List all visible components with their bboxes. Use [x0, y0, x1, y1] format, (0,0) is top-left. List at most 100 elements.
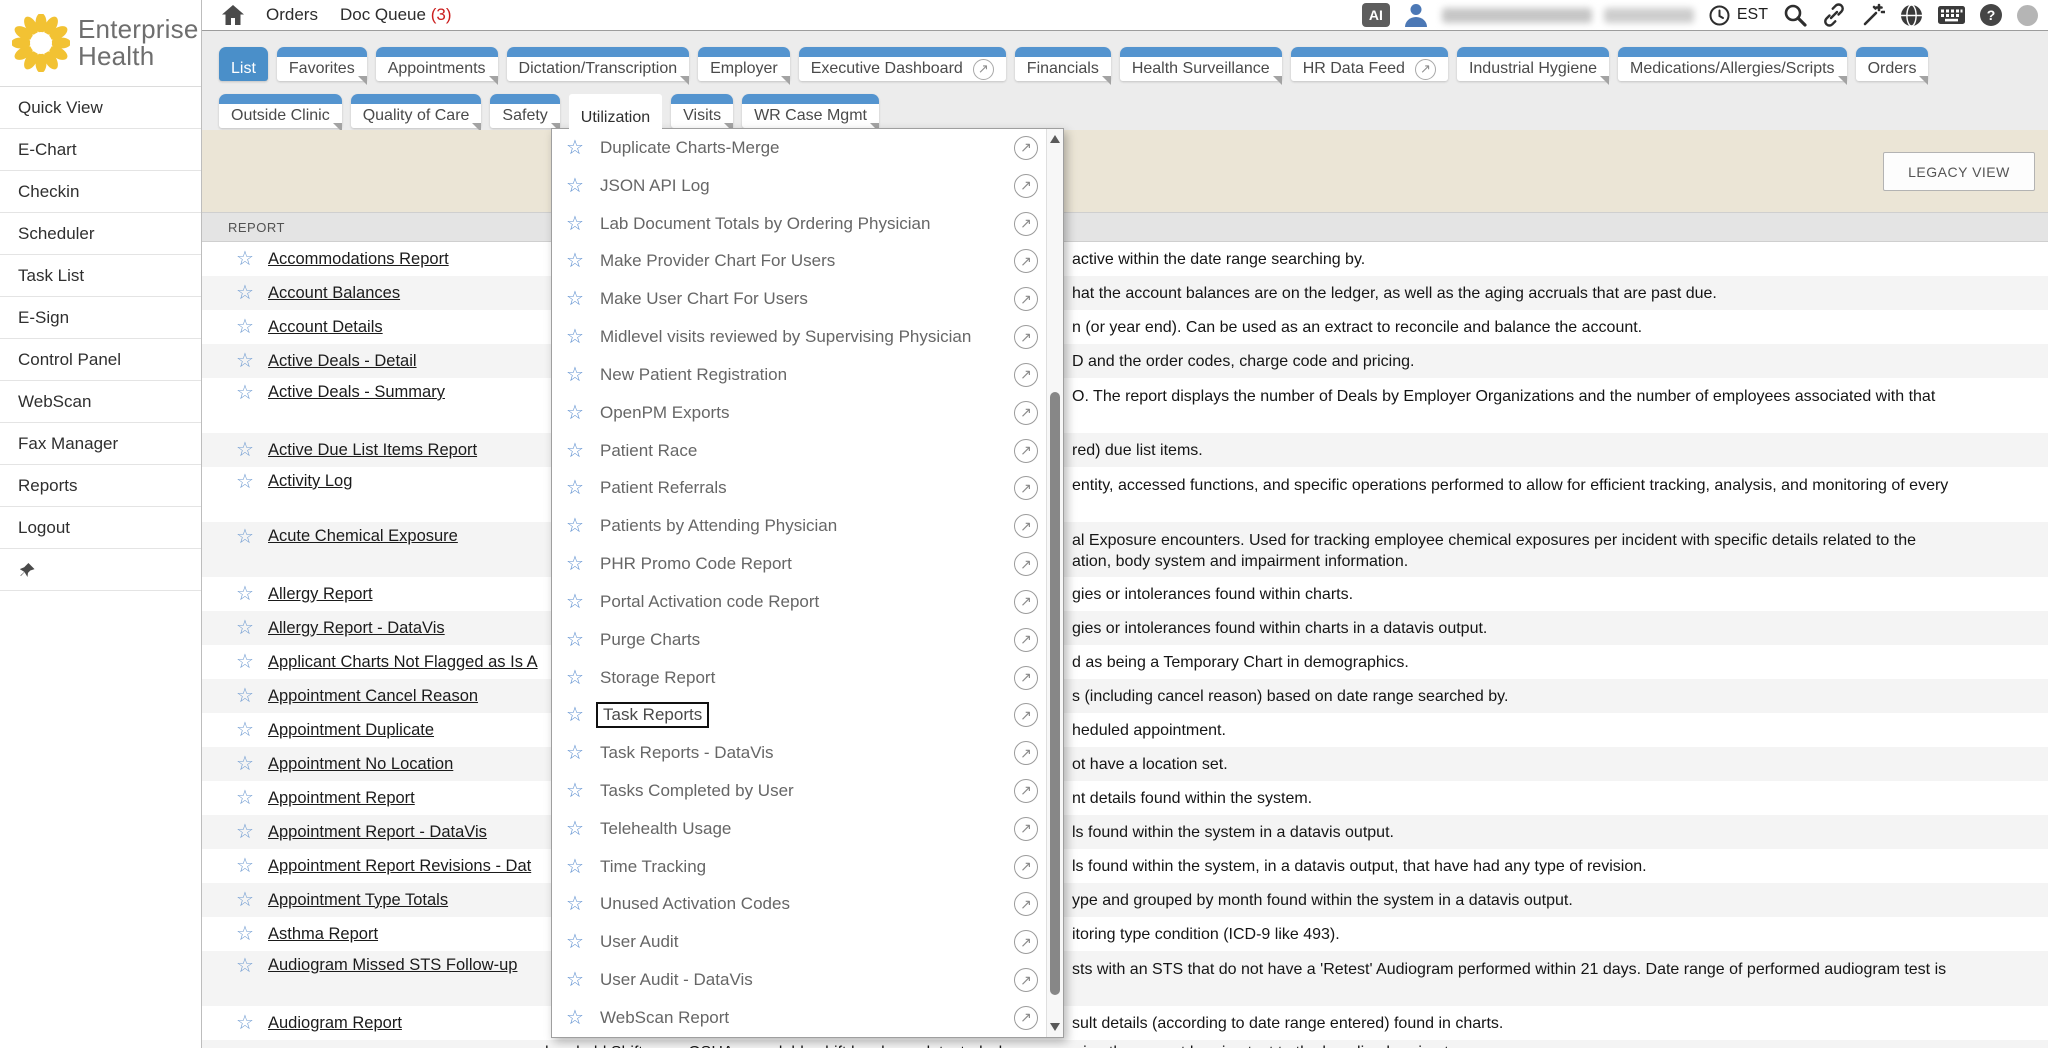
- open-in-new-icon[interactable]: ↗: [1014, 817, 1038, 841]
- favorite-star-icon[interactable]: ☆: [566, 214, 590, 234]
- tab[interactable]: Dictation/Transcription: [507, 47, 690, 81]
- favorite-star-icon[interactable]: ☆: [236, 686, 258, 706]
- open-in-new-icon[interactable]: ↗: [1014, 1006, 1038, 1030]
- open-in-new-icon[interactable]: ↗: [1014, 741, 1038, 765]
- menu-item-label[interactable]: Telehealth Usage: [600, 819, 731, 839]
- menu-item-label[interactable]: JSON API Log: [600, 176, 710, 196]
- favorite-star-icon[interactable]: ☆: [566, 327, 590, 347]
- home-icon[interactable]: [222, 5, 244, 25]
- sidebar-item[interactable]: Scheduler: [0, 213, 201, 255]
- favorite-star-icon[interactable]: ☆: [566, 743, 590, 763]
- open-in-new-icon[interactable]: ↗: [1014, 476, 1038, 500]
- open-in-new-icon[interactable]: ↗: [1014, 628, 1038, 652]
- tab[interactable]: Visits: [671, 94, 733, 128]
- tab[interactable]: WR Case Mgmt: [742, 94, 879, 128]
- menu-item-label[interactable]: Tasks Completed by User: [600, 781, 794, 801]
- open-in-new-icon[interactable]: ↗: [1014, 287, 1038, 311]
- menu-item-label[interactable]: Make Provider Chart For Users: [600, 251, 835, 271]
- favorite-star-icon[interactable]: ☆: [566, 251, 590, 271]
- favorite-star-icon[interactable]: ☆: [566, 970, 590, 990]
- favorite-star-icon[interactable]: ☆: [566, 403, 590, 423]
- favorite-star-icon[interactable]: ☆: [566, 516, 590, 536]
- open-in-new-icon[interactable]: ↗: [1014, 325, 1038, 349]
- favorite-star-icon[interactable]: ☆: [566, 554, 590, 574]
- menu-item-label[interactable]: User Audit: [600, 932, 678, 952]
- favorite-star-icon[interactable]: ☆: [566, 781, 590, 801]
- dropdown-scrollbar[interactable]: [1046, 129, 1063, 1037]
- favorite-star-icon[interactable]: ☆: [236, 618, 258, 638]
- report-link[interactable]: Activity Log: [268, 472, 352, 491]
- favorite-star-icon[interactable]: ☆: [236, 472, 258, 492]
- open-in-new-icon[interactable]: ↗: [1014, 363, 1038, 387]
- open-in-new-icon[interactable]: ↗: [1014, 174, 1038, 198]
- menu-item-label[interactable]: WebScan Report: [600, 1008, 729, 1028]
- favorite-star-icon[interactable]: ☆: [236, 1013, 258, 1033]
- report-link[interactable]: Appointment Report: [268, 789, 415, 808]
- favorite-star-icon[interactable]: ☆: [236, 956, 258, 976]
- report-link[interactable]: Acute Chemical Exposure: [268, 527, 458, 546]
- scrollbar-thumb[interactable]: [1050, 392, 1060, 995]
- menu-item-label[interactable]: Storage Report: [600, 668, 715, 688]
- menu-item[interactable]: ☆ PHR Promo Code Report ↗: [552, 545, 1046, 583]
- tab[interactable]: Medications/Allergies/Scripts: [1618, 47, 1847, 81]
- favorite-star-icon[interactable]: ☆: [236, 283, 258, 303]
- favorite-star-icon[interactable]: ☆: [566, 630, 590, 650]
- report-link[interactable]: Audiogram Missed STS Follow-up: [268, 956, 517, 975]
- menu-item[interactable]: ☆ Storage Report ↗: [552, 659, 1046, 697]
- open-in-new-icon[interactable]: ↗: [1014, 779, 1038, 803]
- favorite-star-icon[interactable]: ☆: [236, 584, 258, 604]
- sidebar-item[interactable]: Logout: [0, 507, 201, 549]
- sidebar-item[interactable]: Task List: [0, 255, 201, 297]
- favorite-star-icon[interactable]: ☆: [236, 652, 258, 672]
- menu-item-label[interactable]: Task Reports - DataVis: [600, 743, 774, 763]
- menu-item-label[interactable]: Midlevel visits reviewed by Supervising …: [600, 327, 971, 347]
- avatar-placeholder-circle[interactable]: [2017, 5, 2038, 26]
- tab[interactable]: Favorites: [277, 47, 367, 81]
- magic-wand-icon[interactable]: [1861, 3, 1885, 27]
- report-link[interactable]: Account Details: [268, 318, 383, 337]
- keyboard-icon[interactable]: [1938, 6, 1965, 24]
- menu-item[interactable]: ☆ Time Tracking ↗: [552, 848, 1046, 886]
- menu-item[interactable]: ☆ Task Reports - DataVis ↗: [552, 734, 1046, 772]
- sidebar-item[interactable]: Reports: [0, 465, 201, 507]
- favorite-star-icon[interactable]: ☆: [236, 822, 258, 842]
- favorite-star-icon[interactable]: ☆: [236, 924, 258, 944]
- menu-item-label[interactable]: Unused Activation Codes: [600, 894, 790, 914]
- report-link[interactable]: Appointment Report Revisions - Dat: [268, 857, 531, 876]
- open-in-new-icon[interactable]: ↗: [1014, 590, 1038, 614]
- report-link[interactable]: Active Due List Items Report: [268, 441, 477, 460]
- sidebar-item[interactable]: E-Chart: [0, 129, 201, 171]
- menu-item-label[interactable]: Make User Chart For Users: [600, 289, 808, 309]
- open-in-new-icon[interactable]: ↗: [1014, 968, 1038, 992]
- favorite-star-icon[interactable]: ☆: [566, 365, 590, 385]
- sidebar-item[interactable]: E-Sign: [0, 297, 201, 339]
- favorite-star-icon[interactable]: ☆: [566, 857, 590, 877]
- menu-item[interactable]: ☆ Telehealth Usage ↗: [552, 810, 1046, 848]
- favorite-star-icon[interactable]: ☆: [566, 1008, 590, 1028]
- favorite-star-icon[interactable]: ☆: [236, 351, 258, 371]
- open-in-new-icon[interactable]: ↗: [1014, 249, 1038, 273]
- tab[interactable]: List: [219, 47, 268, 81]
- scroll-up-icon[interactable]: [1050, 135, 1060, 143]
- favorite-star-icon[interactable]: ☆: [566, 932, 590, 952]
- tab[interactable]: Safety: [490, 94, 559, 128]
- menu-item[interactable]: ☆ Make User Chart For Users ↗: [552, 280, 1046, 318]
- menu-item-label[interactable]: User Audit - DataVis: [600, 970, 753, 990]
- favorite-star-icon[interactable]: ☆: [566, 894, 590, 914]
- favorite-star-icon[interactable]: ☆: [236, 249, 258, 269]
- open-in-new-icon[interactable]: ↗: [1014, 552, 1038, 576]
- report-link[interactable]: Asthma Report: [268, 925, 378, 944]
- favorite-star-icon[interactable]: ☆: [566, 441, 590, 461]
- menu-item[interactable]: ☆ Lab Document Totals by Ordering Physic…: [552, 205, 1046, 243]
- favorite-star-icon[interactable]: ☆: [566, 668, 590, 688]
- sidebar-item[interactable]: Fax Manager: [0, 423, 201, 465]
- menu-item-label[interactable]: Portal Activation code Report: [600, 592, 819, 612]
- favorite-star-icon[interactable]: ☆: [236, 440, 258, 460]
- menu-item[interactable]: ☆ Make Provider Chart For Users ↗: [552, 242, 1046, 280]
- sidebar-pin-row[interactable]: [0, 549, 201, 591]
- favorite-star-icon[interactable]: ☆: [236, 856, 258, 876]
- tab[interactable]: Industrial Hygiene: [1457, 47, 1609, 81]
- open-in-new-icon[interactable]: ↗: [1014, 136, 1038, 160]
- menu-item[interactable]: ☆ JSON API Log ↗: [552, 167, 1046, 205]
- ai-badge[interactable]: AI: [1362, 3, 1390, 27]
